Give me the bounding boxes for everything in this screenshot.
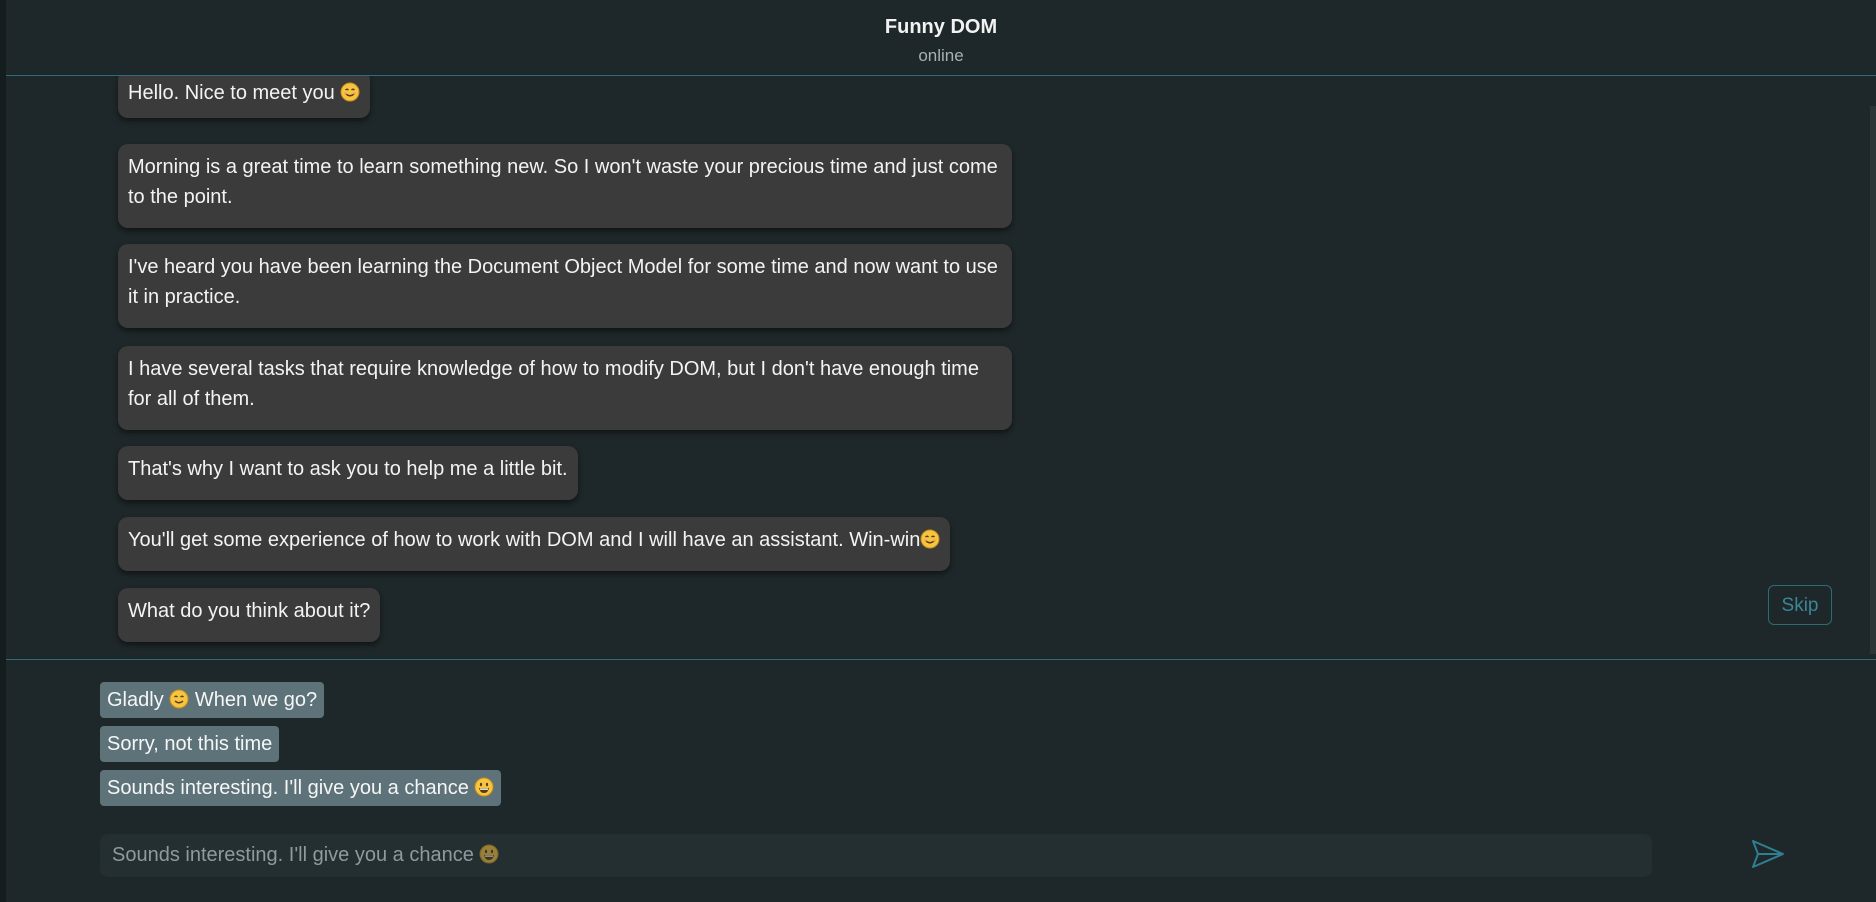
reply-text: Sorry, not this time	[107, 733, 273, 755]
quick-reply-button[interactable]: Gladly When we go?	[100, 682, 325, 718]
message-input-value: Sounds interesting. I'll give you a chan…	[112, 844, 474, 866]
message-bubble: Hello. Nice to meet you	[118, 76, 371, 118]
chat-header: Funny DOM online	[6, 0, 1876, 76]
grinning-face-icon	[479, 844, 499, 864]
reply-text: Sounds interesting. I'll give you a chan…	[107, 777, 469, 799]
send-arrow-icon[interactable]	[1750, 836, 1786, 872]
chat-status: online	[918, 46, 964, 65]
quick-reply-button[interactable]: Sorry, not this time	[100, 726, 280, 762]
reply-text: When we go?	[194, 689, 318, 711]
message-input[interactable]: Sounds interesting. I'll give you a chan…	[100, 834, 1652, 877]
reply-text: Gladly	[107, 689, 164, 711]
message-bubble: That's why I want to ask you to help me …	[118, 446, 578, 500]
message-bubble: I've heard you have been learning the Do…	[118, 244, 1012, 328]
quick-reply-button[interactable]: Sounds interesting. I'll give you a chan…	[100, 770, 502, 806]
smiling-face-icon	[340, 82, 360, 102]
message-bubble: You'll get some experience of how to wor…	[118, 517, 951, 571]
smiling-face-icon	[920, 529, 940, 549]
chat-title: Funny DOM	[884, 16, 998, 38]
grinning-face-icon	[474, 777, 494, 797]
chat-app: Funny DOM online Hello. Nice to meet you…	[0, 0, 1876, 902]
smiling-face-icon	[169, 689, 189, 709]
skip-button[interactable]: Skip	[1768, 585, 1832, 625]
message-bubble: What do you think about it?	[118, 588, 381, 642]
message-list[interactable]: Hello. Nice to meet you Morning is a gre…	[6, 76, 1876, 660]
message-bubble: I have several tasks that require knowle…	[118, 346, 1012, 430]
message-text: You'll get some experience of how to wor…	[128, 529, 921, 551]
message-bubble: Morning is a great time to learn somethi…	[118, 144, 1012, 228]
message-text: Hello. Nice to meet you	[128, 82, 335, 104]
scrollbar[interactable]	[1870, 106, 1876, 654]
